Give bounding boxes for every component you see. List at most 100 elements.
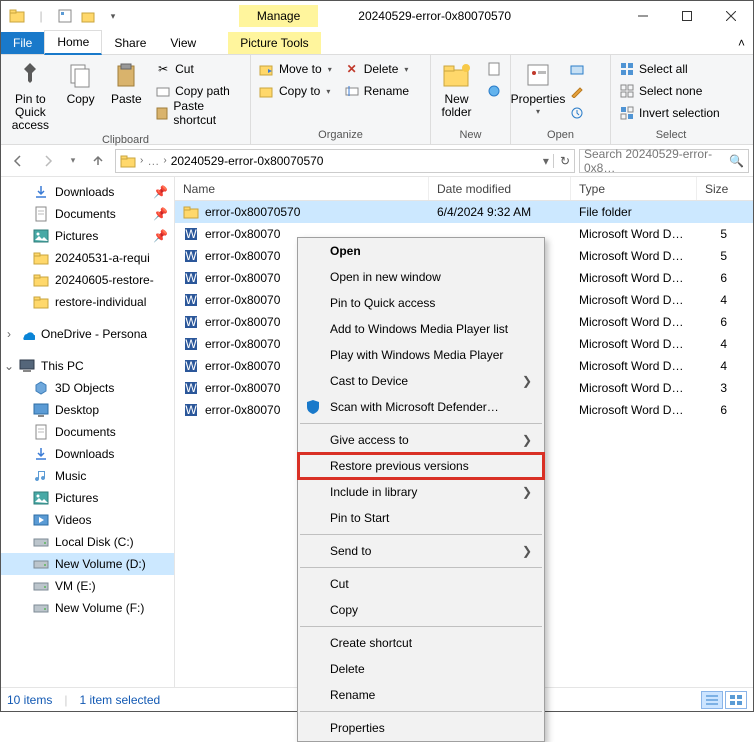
column-headers[interactable]: Name Date modified Type Size (175, 177, 753, 201)
history-icon (569, 105, 585, 121)
svg-text:W: W (185, 249, 197, 263)
tab-picture-tools[interactable]: Picture Tools (228, 32, 320, 54)
new-folder-button[interactable]: New folder (435, 59, 478, 119)
tab-home[interactable]: Home (44, 30, 102, 55)
paste-button[interactable]: Paste (105, 59, 147, 106)
paste-shortcut-button[interactable]: Paste shortcut (151, 103, 246, 123)
menu-item-play-with-windows-media-player[interactable]: Play with Windows Media Player (298, 342, 544, 368)
open-icon (569, 61, 585, 77)
search-input[interactable]: Search 20240529-error-0x8… 🔍 (579, 149, 749, 173)
qat-dropdown-icon[interactable]: ▾ (103, 6, 123, 26)
menu-item-send-to[interactable]: Send to❯ (298, 538, 544, 564)
properties-button[interactable]: Properties ▾ (515, 59, 561, 117)
sidebar-item-3d-objects[interactable]: 3D Objects (1, 377, 174, 399)
chevron-right-icon[interactable]: › (163, 155, 166, 166)
menu-item-add-to-windows-media-player-list[interactable]: Add to Windows Media Player list (298, 316, 544, 342)
menu-item-scan-with-microsoft-defender-[interactable]: Scan with Microsoft Defender… (298, 394, 544, 420)
nav-forward-button[interactable] (35, 148, 61, 174)
column-size[interactable]: Size (697, 177, 735, 200)
tab-view[interactable]: View (158, 32, 208, 54)
menu-item-cast-to-device[interactable]: Cast to Device❯ (298, 368, 544, 394)
sidebar-item-desktop[interactable]: Desktop (1, 399, 174, 421)
sidebar-item-videos[interactable]: Videos (1, 509, 174, 531)
sidebar-item-new-volume-f-[interactable]: New Volume (F:) (1, 597, 174, 619)
folder-icon (33, 294, 49, 310)
nav-recent-button[interactable]: ▾ (65, 148, 81, 174)
menu-item-include-in-library[interactable]: Include in library❯ (298, 479, 544, 505)
cut-button[interactable]: ✂Cut (151, 59, 246, 79)
menu-item-open[interactable]: Open (298, 238, 544, 264)
sidebar-item-documents[interactable]: Documents (1, 421, 174, 443)
chevron-right-icon[interactable]: › (140, 155, 143, 166)
menu-item-pin-to-quick-access[interactable]: Pin to Quick access (298, 290, 544, 316)
qat-properties-icon[interactable] (55, 6, 75, 26)
column-type[interactable]: Type (571, 177, 697, 200)
sidebar-item-20240605-restore-[interactable]: 20240605-restore- (1, 269, 174, 291)
sidebar-item-documents[interactable]: Documents📌 (1, 203, 174, 225)
history-button[interactable] (565, 103, 589, 123)
sidebar-item-pictures[interactable]: Pictures📌 (1, 225, 174, 247)
invert-selection-button[interactable]: Invert selection (615, 103, 724, 123)
copy-to-button[interactable]: Copy to▾ (255, 81, 336, 101)
menu-item-cut[interactable]: Cut (298, 571, 544, 597)
sidebar-item-downloads[interactable]: Downloads (1, 443, 174, 465)
word-icon: W (183, 270, 199, 286)
edit-button[interactable] (565, 81, 589, 101)
tab-file[interactable]: File (1, 32, 44, 54)
select-all-button[interactable]: Select all (615, 59, 724, 79)
nav-up-button[interactable] (85, 148, 111, 174)
sidebar-item-this-pc[interactable]: ⌄This PC (1, 355, 174, 377)
sidebar-item-new-volume-d-[interactable]: New Volume (D:) (1, 553, 174, 575)
table-row[interactable]: error-0x800705706/4/2024 9:32 AMFile fol… (175, 201, 753, 223)
menu-item-pin-to-start[interactable]: Pin to Start (298, 505, 544, 531)
rename-button[interactable]: Rename (340, 81, 413, 101)
desktop-icon (33, 402, 49, 418)
qat-newfolder-icon[interactable] (79, 6, 99, 26)
column-name[interactable]: Name (175, 177, 429, 200)
word-icon: W (183, 226, 199, 242)
copy-button[interactable]: Copy (60, 59, 102, 106)
delete-button[interactable]: ✕Delete▾ (340, 59, 413, 79)
menu-item-create-shortcut[interactable]: Create shortcut (298, 630, 544, 656)
group-open-label: Open (515, 128, 606, 142)
sidebar-item-20240531-a-requi[interactable]: 20240531-a-requi (1, 247, 174, 269)
tab-share[interactable]: Share (102, 32, 158, 54)
expand-icon[interactable]: › (3, 327, 15, 341)
sidebar-item-pictures[interactable]: Pictures (1, 487, 174, 509)
open-button[interactable] (565, 59, 589, 79)
menu-item-properties[interactable]: Properties (298, 715, 544, 741)
word-icon: W (183, 336, 199, 352)
sidebar-item-local-disk-c-[interactable]: Local Disk (C:) (1, 531, 174, 553)
menu-item-open-in-new-window[interactable]: Open in new window (298, 264, 544, 290)
easy-access-button[interactable] (482, 81, 506, 101)
view-large-icons-button[interactable] (725, 691, 747, 709)
maximize-button[interactable] (665, 1, 709, 31)
pin-to-quick-access-button[interactable]: Pin to Quick access (5, 59, 56, 133)
breadcrumb-segment[interactable]: 20240529-error-0x80070570 (171, 154, 324, 168)
new-item-button[interactable] (482, 59, 506, 79)
menu-item-delete[interactable]: Delete (298, 656, 544, 682)
select-none-button[interactable]: Select none (615, 81, 724, 101)
minimize-button[interactable] (621, 1, 665, 31)
column-date[interactable]: Date modified (429, 177, 571, 200)
sidebar-item-vm-e-[interactable]: VM (E:) (1, 575, 174, 597)
sidebar-item-restore-individual[interactable]: restore-individual (1, 291, 174, 313)
menu-item-restore-previous-versions[interactable]: Restore previous versions (298, 453, 544, 479)
sidebar-item-music[interactable]: Music (1, 465, 174, 487)
copy-path-button[interactable]: Copy path (151, 81, 246, 101)
sidebar-item-downloads[interactable]: Downloads📌 (1, 181, 174, 203)
menu-item-copy[interactable]: Copy (298, 597, 544, 623)
menu-item-rename[interactable]: Rename (298, 682, 544, 708)
nav-back-button[interactable] (5, 148, 31, 174)
breadcrumb-refresh-icon[interactable]: ↻ (553, 154, 570, 168)
view-details-button[interactable] (701, 691, 723, 709)
sidebar-item-onedrive-persona[interactable]: ›OneDrive - Persona (1, 323, 174, 345)
breadcrumb[interactable]: › … › 20240529-error-0x80070570 ▾ ↻ (115, 149, 575, 173)
ribbon-collapse-icon[interactable]: ˄ (730, 36, 753, 50)
move-to-button[interactable]: Move to▾ (255, 59, 336, 79)
expand-icon[interactable]: ⌄ (3, 359, 15, 373)
breadcrumb-dropdown-icon[interactable]: ▾ (543, 154, 549, 168)
close-button[interactable] (709, 1, 753, 31)
navigation-pane[interactable]: Downloads📌Documents📌Pictures📌20240531-a-… (1, 177, 175, 689)
menu-item-give-access-to[interactable]: Give access to❯ (298, 427, 544, 453)
